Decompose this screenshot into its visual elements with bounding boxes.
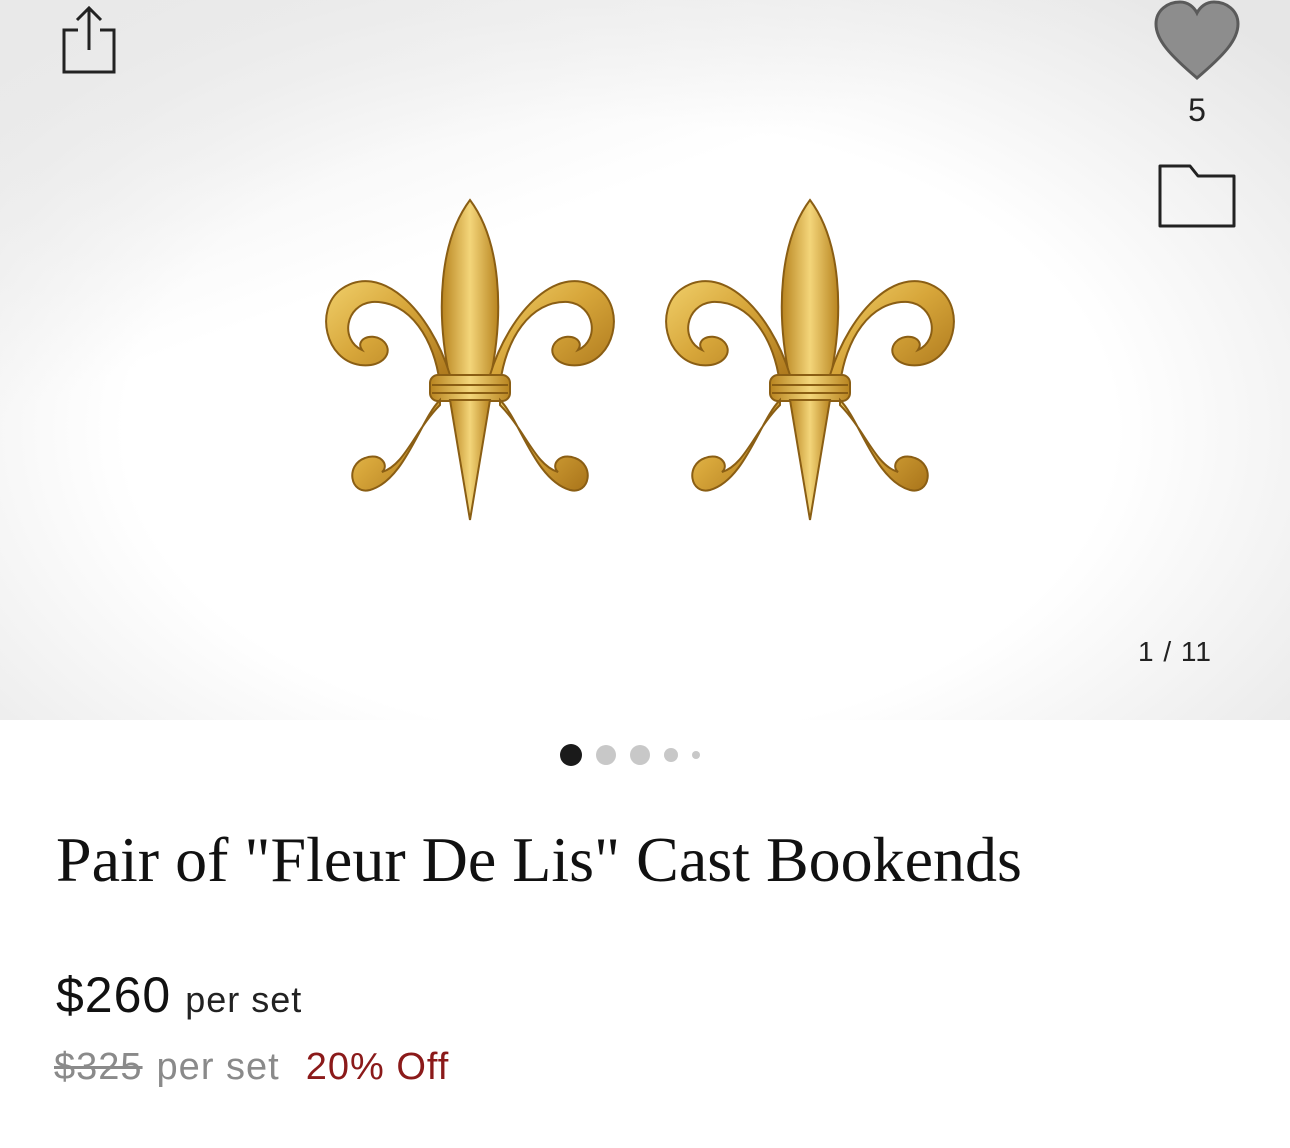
image-gallery[interactable]: 5 1 / 11 <box>0 0 1290 720</box>
original-price-unit: per set <box>156 1046 280 1088</box>
image-counter: 1 / 11 <box>1138 636 1212 667</box>
share-icon <box>62 5 116 74</box>
product-title: Pair of "Fleur De Lis" Cast Bookends <box>56 824 1022 895</box>
favorite-count: 5 <box>1188 92 1206 128</box>
folder-icon <box>1158 164 1236 228</box>
discount-badge: 20% Off <box>305 1046 450 1088</box>
carousel-dot[interactable] <box>630 745 650 765</box>
carousel-dots <box>560 742 700 768</box>
save-to-folder-button[interactable] <box>1156 160 1238 232</box>
price-unit: per set <box>185 979 303 1020</box>
carousel-dot-active[interactable] <box>560 744 582 766</box>
original-price-row: $325 per set 20% Off <box>54 1046 449 1089</box>
current-price: $260 <box>56 967 172 1023</box>
product-page: 5 1 / 11 Pair of "Fleur De Lis" Cast Boo… <box>0 0 1290 1148</box>
price-row: $260 per set <box>56 966 302 1024</box>
heart-icon <box>1154 0 1240 80</box>
product-photo[interactable] <box>300 190 990 540</box>
share-button[interactable] <box>58 2 120 78</box>
original-price: $325 <box>54 1046 143 1088</box>
carousel-dot[interactable] <box>664 748 678 762</box>
favorite-button[interactable] <box>1150 0 1244 84</box>
carousel-dot[interactable] <box>692 751 700 759</box>
carousel-dot[interactable] <box>596 745 616 765</box>
